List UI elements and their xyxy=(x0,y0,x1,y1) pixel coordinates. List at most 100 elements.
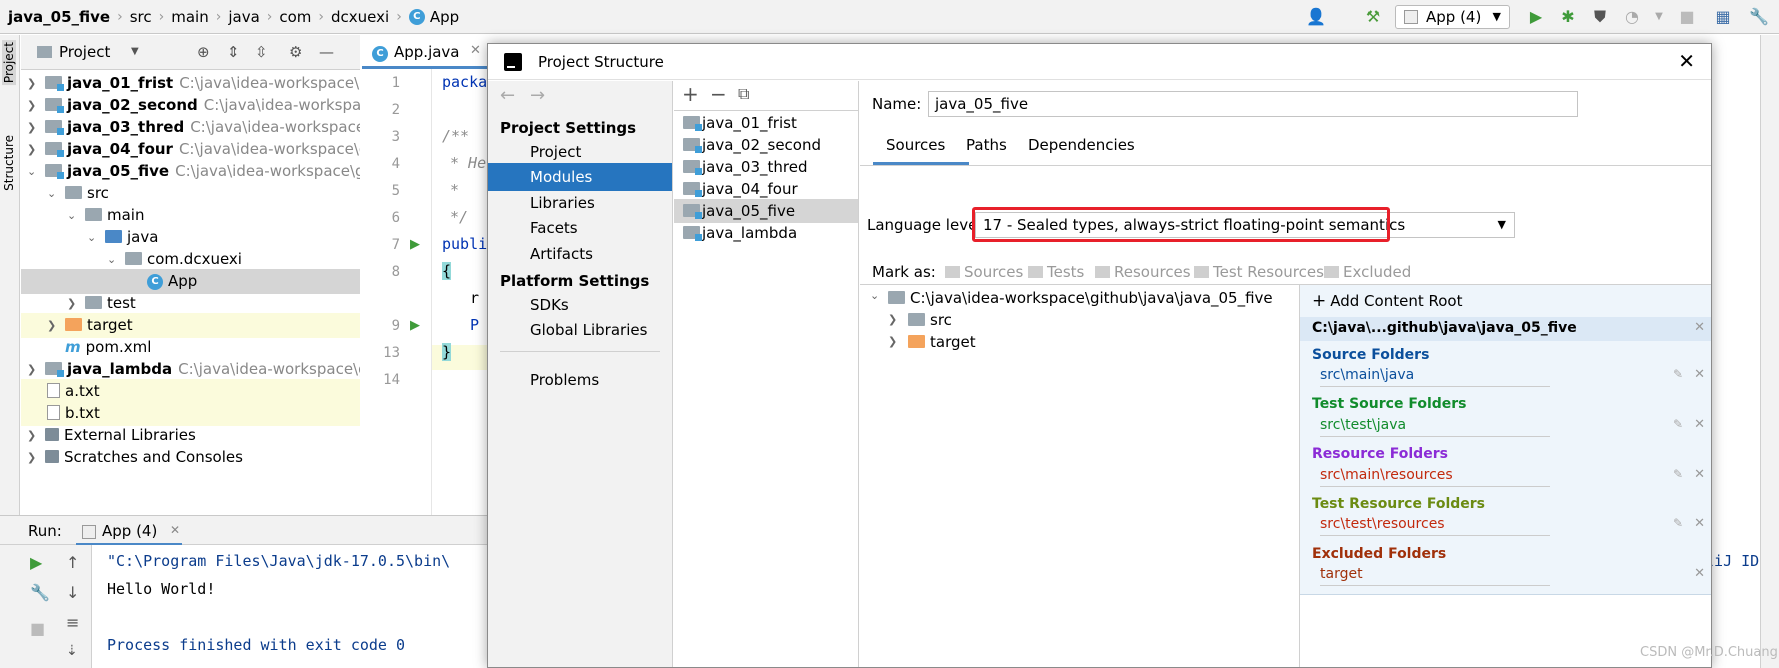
close-icon[interactable]: ✕ xyxy=(1694,417,1705,432)
breadcrumb-item[interactable]: com xyxy=(279,8,311,26)
back-arrow-icon[interactable]: ← xyxy=(500,85,515,106)
nav-item-sdks[interactable]: SDKs xyxy=(488,291,672,319)
code-line: /** xyxy=(442,127,470,145)
tree-row[interactable]: src xyxy=(908,311,952,329)
source-folders-heading: Source Folders xyxy=(1312,347,1430,363)
close-icon[interactable]: ✕ xyxy=(1694,367,1705,382)
chevron-down-icon[interactable]: ▼ xyxy=(131,46,139,57)
close-icon[interactable]: ✕ xyxy=(1694,566,1705,581)
tab-dependencies[interactable]: Dependencies xyxy=(1028,136,1135,154)
close-icon[interactable]: ✕ xyxy=(1694,467,1705,482)
close-icon[interactable]: ✕ xyxy=(1694,516,1705,531)
copy-icon[interactable]: ⧉ xyxy=(738,84,749,104)
locate-icon[interactable]: ⊕ xyxy=(197,43,210,61)
module-item-selected[interactable]: java_05_five xyxy=(674,199,858,223)
module-item[interactable]: java_04_four xyxy=(674,177,858,201)
mark-tests-button[interactable]: Tests xyxy=(1028,263,1084,281)
module-item[interactable]: java_03_thred xyxy=(674,155,858,179)
nav-item-problems[interactable]: Problems xyxy=(488,366,672,394)
mark-test-resources-button[interactable]: Test Resources xyxy=(1194,263,1324,281)
folder-icon xyxy=(85,296,102,309)
dialog-title: Project Structure xyxy=(538,53,664,71)
plus-icon: + xyxy=(1312,291,1327,311)
close-icon[interactable]: ✕ xyxy=(1694,320,1705,335)
profile-icon[interactable]: ◔ xyxy=(1621,7,1643,27)
debug-icon[interactable]: ✱ xyxy=(1557,7,1579,27)
add-content-root-button[interactable]: + Add Content Root xyxy=(1312,291,1462,311)
tab-sources[interactable]: Sources xyxy=(886,136,945,154)
breadcrumb-item[interactable]: dcxuexi xyxy=(331,8,389,26)
breadcrumb-project[interactable]: java_05_five xyxy=(8,8,110,26)
stop-icon[interactable]: ■ xyxy=(1676,7,1698,27)
project-tool-tab[interactable]: Project xyxy=(2,40,16,86)
user-icon[interactable]: 👤 xyxy=(1305,7,1327,27)
module-item[interactable]: java_01_frist xyxy=(674,111,858,135)
breadcrumb-item[interactable]: main xyxy=(171,8,208,26)
excluded-folder-icon xyxy=(908,335,925,348)
breadcrumb-file[interactable]: App xyxy=(430,8,459,26)
tree-row[interactable]: target xyxy=(908,333,976,351)
module-name-input[interactable]: java_05_five xyxy=(928,91,1578,117)
breadcrumb-item[interactable]: src xyxy=(130,8,152,26)
language-level-label: Language level: xyxy=(867,216,987,234)
edit-pencil-icon[interactable]: ✎ xyxy=(1673,467,1683,481)
minimize-icon[interactable]: — xyxy=(319,43,334,61)
chevron-right-icon[interactable]: ❯ xyxy=(888,313,897,326)
tree-row[interactable]: C:\java\idea-workspace\github\java\java_… xyxy=(888,289,1273,307)
forward-arrow-icon[interactable]: → xyxy=(530,85,545,106)
gear-icon[interactable]: ⚙ xyxy=(289,43,302,61)
expand-all-icon[interactable]: ⇕ xyxy=(227,43,240,61)
wrench-icon[interactable]: 🔧 xyxy=(30,583,50,602)
nav-item-modules[interactable]: Modules xyxy=(488,163,672,191)
edit-pencil-icon[interactable]: ✎ xyxy=(1673,367,1683,381)
remove-icon[interactable]: − xyxy=(710,82,727,106)
module-item[interactable]: java_02_second xyxy=(674,133,858,157)
run-icon[interactable]: ▶ xyxy=(1525,7,1547,27)
close-icon[interactable]: ✕ xyxy=(170,523,180,537)
coverage-icon[interactable]: ⛊ xyxy=(1589,7,1611,27)
breadcrumb-item[interactable]: java xyxy=(228,8,259,26)
chevron-right-icon[interactable]: ❯ xyxy=(888,335,897,348)
nav-item-artifacts[interactable]: Artifacts xyxy=(488,240,672,268)
mark-excluded-button[interactable]: Excluded xyxy=(1324,263,1411,281)
collapse-all-icon[interactable]: ⇳ xyxy=(255,43,268,61)
chevron-right-icon[interactable]: ❯ xyxy=(27,445,36,470)
nav-item-project[interactable]: Project xyxy=(488,138,672,166)
run-config-select[interactable]: App (4) ▼ xyxy=(1395,5,1510,29)
nav-item-libraries[interactable]: Libraries xyxy=(488,189,672,217)
project-view-icon xyxy=(37,46,52,58)
tab-paths[interactable]: Paths xyxy=(966,136,1007,154)
run-gutter-icon[interactable]: ▶ xyxy=(410,237,420,252)
arrow-up-icon[interactable]: ↑ xyxy=(66,553,79,572)
close-icon[interactable]: ✕ xyxy=(470,43,481,58)
soft-wrap-icon[interactable]: ≡ xyxy=(66,613,79,632)
scroll-end-icon[interactable]: ⇣ xyxy=(66,643,78,659)
nav-item-facets[interactable]: Facets xyxy=(488,214,672,242)
close-icon[interactable]: ✕ xyxy=(1678,49,1695,73)
arrow-down-icon[interactable]: ↓ xyxy=(66,583,79,602)
chevron-down-icon[interactable]: ⌄ xyxy=(870,289,879,302)
folder-icon xyxy=(908,313,925,326)
chevron-down-icon[interactable]: ▼ xyxy=(1648,7,1670,27)
add-icon[interactable]: + xyxy=(682,82,699,106)
edit-pencil-icon[interactable]: ✎ xyxy=(1673,516,1683,530)
breadcrumb: java_05_five › src › main › java › com › dcxu… xyxy=(8,0,459,34)
tree-row[interactable]: ❯ Scratches and Consoles xyxy=(21,445,360,470)
console-line: "C:\Program Files\Java\jdk-17.0.5\bin\ xyxy=(107,552,451,570)
editor-tab-app-java[interactable]: C App.java ✕ xyxy=(362,35,490,69)
edit-pencil-icon[interactable]: ✎ xyxy=(1673,417,1683,431)
rerun-icon[interactable]: ▶ xyxy=(30,553,42,572)
stop-icon[interactable]: ■ xyxy=(30,619,45,638)
project-panel-title[interactable]: Project xyxy=(59,43,110,61)
nav-item-global-libraries[interactable]: Global Libraries xyxy=(488,316,672,344)
run-tab[interactable]: App (4) ✕ xyxy=(76,520,182,546)
mark-resources-button[interactable]: Resources xyxy=(1095,263,1191,281)
module-item[interactable]: java_lambda xyxy=(674,221,858,245)
build-hammer-icon[interactable]: ⚒ xyxy=(1362,7,1384,27)
settings-wrench-icon[interactable]: 🔧 xyxy=(1748,7,1770,27)
structure-tool-tab[interactable]: Structure xyxy=(2,135,16,191)
mark-sources-button[interactable]: Sources xyxy=(945,263,1023,281)
project-structure-icon[interactable]: ▦ xyxy=(1712,7,1734,27)
excluded-folder-value: target xyxy=(1320,566,1363,582)
run-gutter-icon[interactable]: ▶ xyxy=(410,318,420,333)
